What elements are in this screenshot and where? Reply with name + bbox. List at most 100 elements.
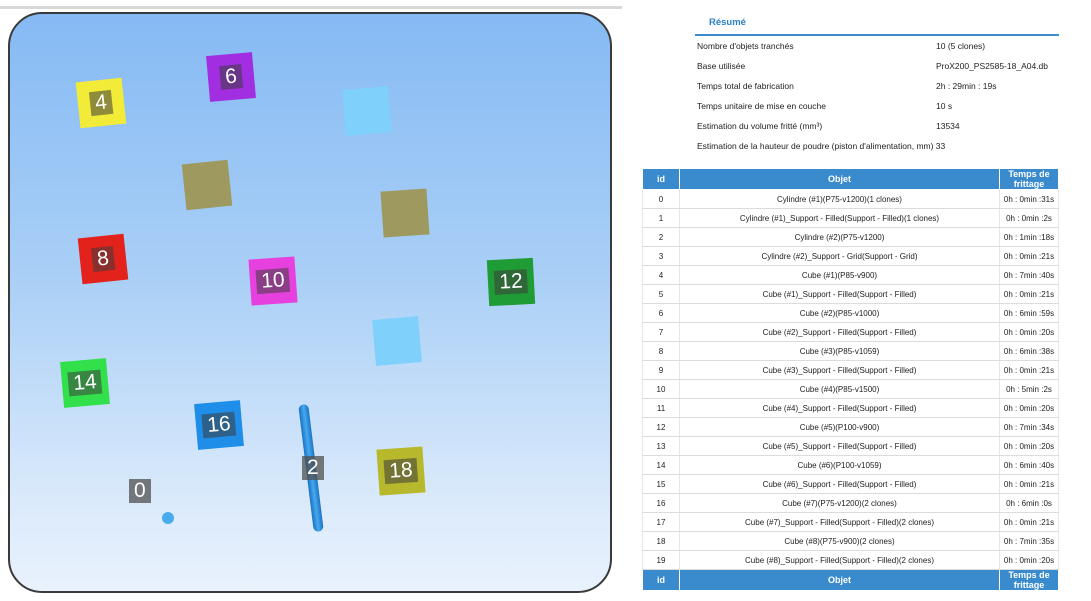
table-row[interactable]: 3 Cylindre (#2)_Support - Grid(Support - … [642,246,1059,266]
table-row[interactable]: 12 Cube (#5)(P100-v900) 0h : 7min :34s [642,417,1059,437]
footer-object[interactable]: Objet [679,569,1000,591]
resume-key: Temps total de fabrication [697,81,794,91]
part-12[interactable]: 12 [486,257,536,307]
table-row[interactable]: 8 Cube (#3)(P85-v1059) 0h : 6min :38s [642,341,1059,361]
resume-row: Temps total de fabrication 2h : 29min : 1… [695,78,1055,96]
small-cylinder-part[interactable] [162,512,174,524]
table-row[interactable]: 4 Cube (#1)(P85-v900) 0h : 7min :40s [642,265,1059,285]
resume-row: Estimation de la hauteur de poudre (pist… [695,138,1055,156]
table-row[interactable]: 2 Cylindre (#2)(P75-v1200) 0h : 1min :18s [642,227,1059,247]
cell-id: 19 [642,550,680,570]
part-label: 4 [88,89,114,117]
part-support-a[interactable] [181,159,233,211]
cell-object: Cube (#3)_Support - Filled(Support - Fil… [679,360,1000,380]
cell-object: Cube (#1)(P85-v900) [679,265,1000,285]
resume-key: Temps unitaire de mise en couche [697,101,826,111]
resume-row: Nombre d'objets tranchés 10 (5 clones) [695,38,1055,56]
part-label-2[interactable]: 2 [302,456,324,480]
cell-sintering-time: 0h : 6min :38s [999,341,1059,361]
header-object[interactable]: Objet [679,168,1000,190]
table-row[interactable]: 16 Cube (#7)(P75-v1200)(2 clones) 0h : 6mi… [642,493,1059,513]
resume-key: Base utilisée [697,61,746,71]
resume-value: 10 s [936,101,953,111]
table-row[interactable]: 19 Cube (#8)_Support - Filled(Support - F… [642,550,1059,570]
table-row[interactable]: 5 Cube (#1)_Support - Filled(Support - Fi… [642,284,1059,304]
resume-title: Résumé [695,10,1059,36]
build-plate-view[interactable]: 4 6 8 10 12 14 16 18 0 2 [8,12,612,593]
cell-sintering-time: 0h : 0min :20s [999,550,1059,570]
table-row[interactable]: 1 Cylindre (#1)_Support - Filled(Support … [642,208,1059,228]
cell-sintering-time: 0h : 7min :40s [999,265,1059,285]
viewport-top-border [0,6,622,9]
part-support-c[interactable] [342,86,392,136]
cell-sintering-time: 0h : 0min :21s [999,512,1059,532]
cell-id: 17 [642,512,680,532]
cell-id: 7 [642,322,680,342]
cell-sintering-time: 0h : 6min :59s [999,303,1059,323]
cell-object: Cube (#2)_Support - Filled(Support - Fil… [679,322,1000,342]
part-16[interactable]: 16 [194,400,244,450]
resume-value: 10 (5 clones) [936,41,986,51]
cell-id: 13 [642,436,680,456]
cell-sintering-time: 0h : 0min :2s [999,208,1059,228]
cell-object: Cube (#4)_Support - Filled(Support - Fil… [679,398,1000,418]
cell-sintering-time: 0h : 0min :21s [999,284,1059,304]
cell-object: Cube (#4)(P85-v1500) [679,379,1000,399]
header-id[interactable]: id [642,168,680,190]
footer-sintering-time[interactable]: Temps de frittage [999,569,1059,591]
cell-id: 18 [642,531,680,551]
part-support-b[interactable] [380,188,430,238]
cell-id: 2 [642,227,680,247]
cell-sintering-time: 0h : 7min :35s [999,531,1059,551]
cell-id: 9 [642,360,680,380]
cell-id: 1 [642,208,680,228]
resume-row: Base utilisée ProX200_PS2585-18_A04.db [695,58,1055,76]
table-row[interactable]: 11 Cube (#4)_Support - Filled(Support - F… [642,398,1059,418]
cell-object: Cylindre (#1)(P75-v1200)(1 clones) [679,189,1000,209]
part-10[interactable]: 10 [248,256,298,306]
cell-object: Cube (#2)(P85-v1000) [679,303,1000,323]
cell-sintering-time: 0h : 0min :31s [999,189,1059,209]
cell-id: 0 [642,189,680,209]
cell-object: Cylindre (#2)_Support - Grid(Support - G… [679,246,1000,266]
cell-sintering-time: 0h : 6min :0s [999,493,1059,513]
cell-id: 10 [642,379,680,399]
resume-key: Estimation de la hauteur de poudre (pist… [697,141,946,151]
cell-sintering-time: 0h : 0min :21s [999,246,1059,266]
part-label-0[interactable]: 0 [129,479,151,503]
header-sintering-time[interactable]: Temps de frittage [999,168,1059,190]
table-row[interactable]: 14 Cube (#6)(P100-v1059) 0h : 6min :40s [642,455,1059,475]
table-row[interactable]: 13 Cube (#5)_Support - Filled(Support - F… [642,436,1059,456]
cell-id: 11 [642,398,680,418]
cell-object: Cube (#6)_Support - Filled(Support - Fil… [679,474,1000,494]
cell-id: 12 [642,417,680,437]
table-row[interactable]: 15 Cube (#6)_Support - Filled(Support - F… [642,474,1059,494]
cell-sintering-time: 0h : 0min :20s [999,398,1059,418]
part-18[interactable]: 18 [376,446,426,496]
table-row[interactable]: 6 Cube (#2)(P85-v1000) 0h : 6min :59s [642,303,1059,323]
part-label: 16 [201,411,237,439]
cell-object: Cube (#5)_Support - Filled(Support - Fil… [679,436,1000,456]
part-support-d[interactable] [372,316,422,366]
cell-object: Cylindre (#2)(P75-v1200) [679,227,1000,247]
resume-row: Temps unitaire de mise en couche 10 s [695,98,1055,116]
resume-value: 13534 [936,121,960,131]
table-row[interactable]: 9 Cube (#3)_Support - Filled(Support - Fi… [642,360,1059,380]
table-row[interactable]: 18 Cube (#8)(P75-v900)(2 clones) 0h : 7min… [642,531,1059,551]
part-14[interactable]: 14 [60,358,110,408]
table-footer-row: id Objet Temps de frittage [642,569,1059,591]
footer-id[interactable]: id [642,569,680,591]
table-row[interactable]: 10 Cube (#4)(P85-v1500) 0h : 5min :2s [642,379,1059,399]
table-row[interactable]: 0 Cylindre (#1)(P75-v1200)(1 clones) 0h : … [642,189,1059,209]
table-row[interactable]: 17 Cube (#7)_Support - Filled(Support - F… [642,512,1059,532]
cell-id: 16 [642,493,680,513]
cell-sintering-time: 0h : 0min :20s [999,322,1059,342]
part-4[interactable]: 4 [75,77,127,129]
cell-object: Cube (#5)(P100-v900) [679,417,1000,437]
part-8[interactable]: 8 [77,233,129,285]
resume-value: ProX200_PS2585-18_A04.db [936,61,1049,71]
part-label: 14 [67,369,103,397]
part-6[interactable]: 6 [206,52,256,102]
cell-sintering-time: 0h : 1min :18s [999,227,1059,247]
table-row[interactable]: 7 Cube (#2)_Support - Filled(Support - Fi… [642,322,1059,342]
